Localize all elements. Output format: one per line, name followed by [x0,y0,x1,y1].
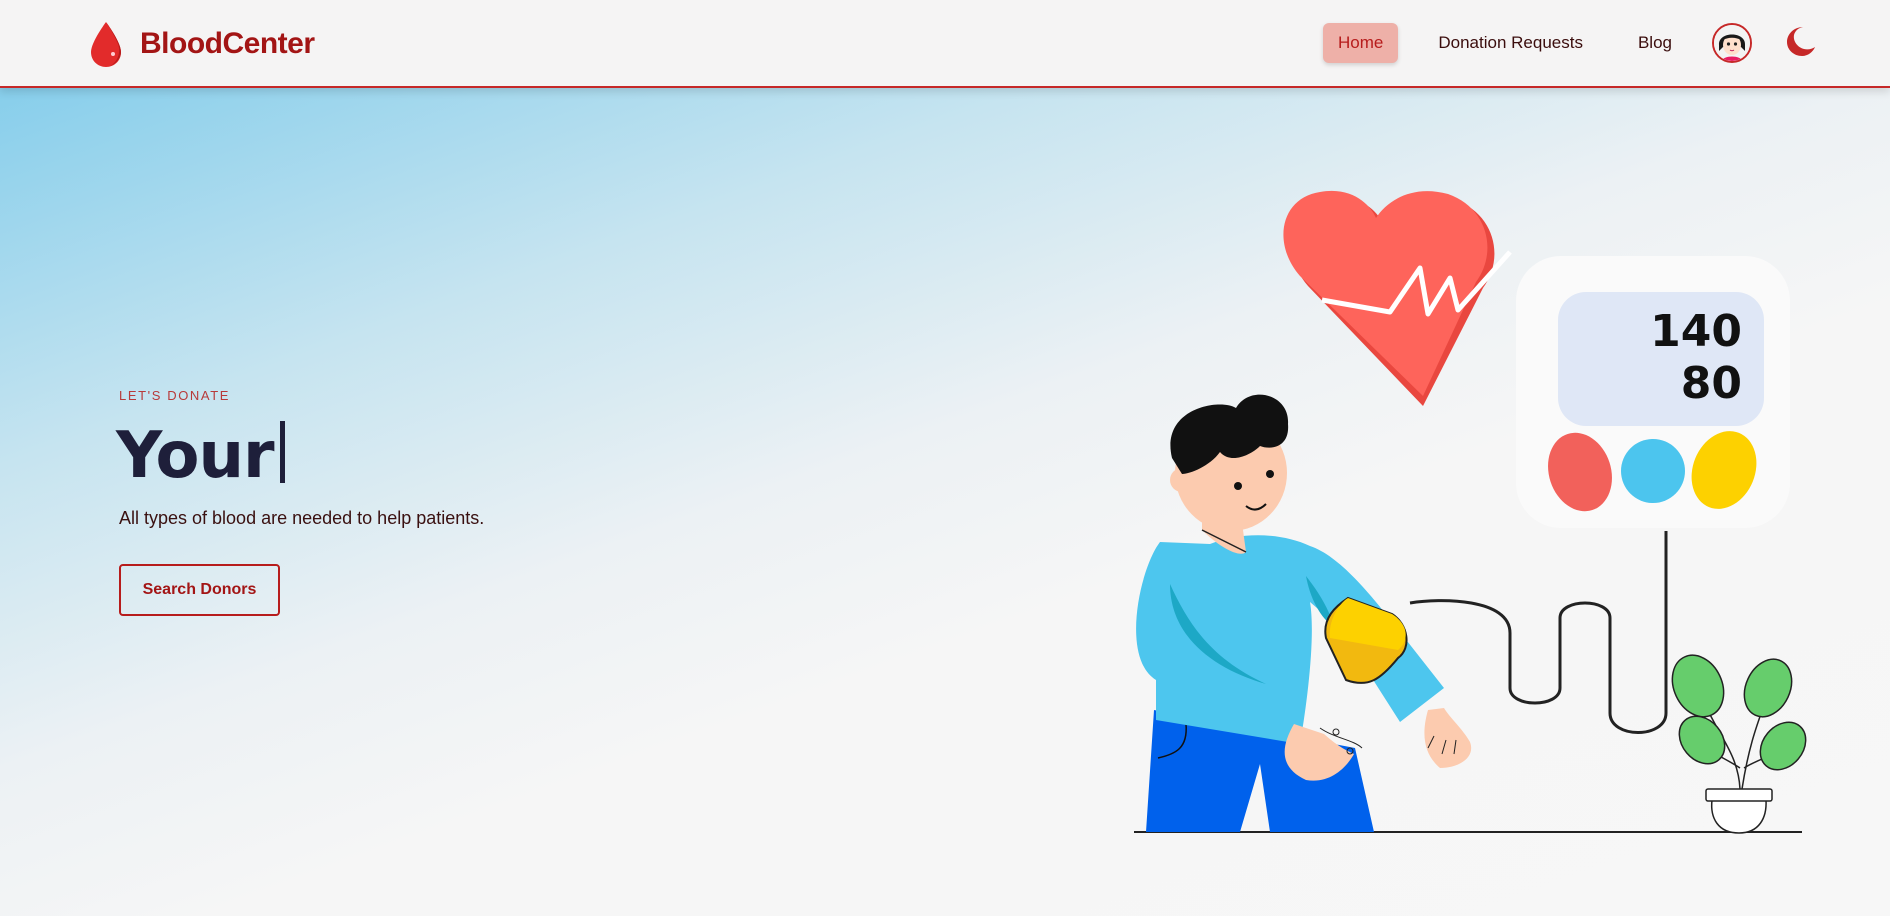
heart-icon [1283,190,1512,406]
hero-subtitle: All types of blood are needed to help pa… [119,508,485,528]
brand-name: BloodCenter [140,27,315,60]
avatar-image [1714,25,1750,61]
hero-headline: Your [116,418,285,494]
hero-eyebrow: LET'S DONATE [119,388,231,403]
typing-cursor [279,421,285,483]
blood-drop-icon [91,22,121,67]
brand-logo[interactable]: BloodCenter [88,20,315,68]
main-nav: Home Donation Requests Blog [1323,23,1687,63]
hero-headline-text: Your [116,419,275,493]
bp-monitor: 140 80 [1516,256,1790,528]
plant-icon [1671,654,1807,834]
systolic-reading: 140 [1650,306,1742,357]
blood-pressure-illustration: 140 80 [1134,190,1807,834]
nav-donation-requests[interactable]: Donation Requests [1423,23,1598,63]
avatar[interactable] [1712,23,1752,63]
navbar: BloodCenter Home Donation Requests Blog [0,0,1890,88]
nav-blog[interactable]: Blog [1623,23,1687,63]
nav-home[interactable]: Home [1323,23,1399,63]
search-donors-button[interactable]: Search Donors [119,564,280,616]
diastolic-reading: 80 [1681,358,1742,409]
person-figure [1136,394,1472,832]
hero-section: LET'S DONATE Your All types of blood are… [0,88,1890,916]
moon-icon[interactable] [1783,24,1817,58]
